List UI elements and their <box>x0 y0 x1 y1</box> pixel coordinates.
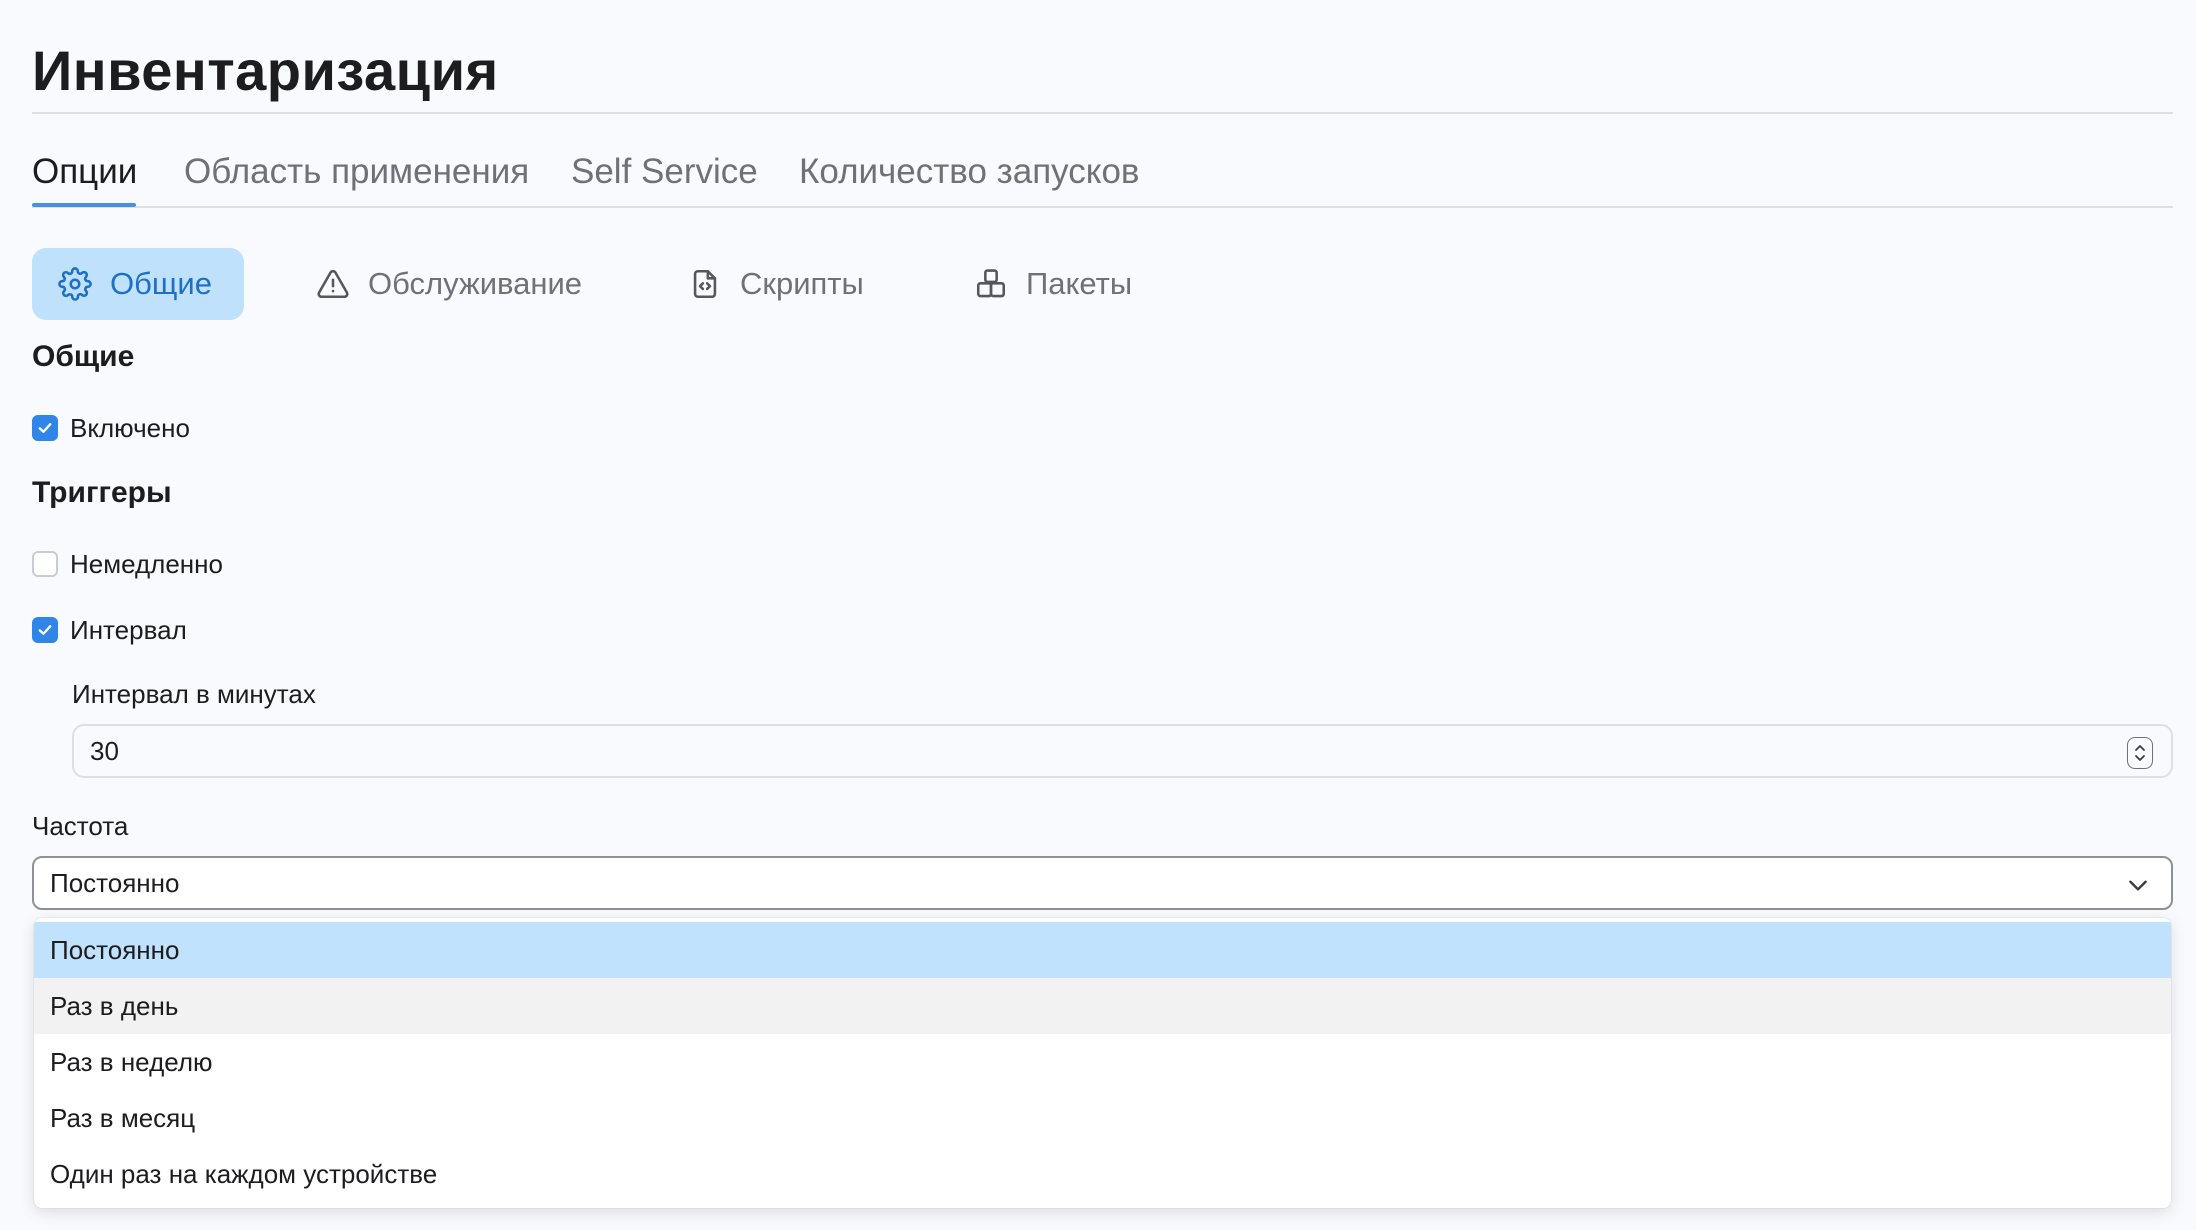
interval-checkbox-row[interactable]: Интервал <box>32 612 187 648</box>
immediately-checkbox-row[interactable]: Немедленно <box>32 546 223 582</box>
subtab-packages[interactable]: Пакеты <box>974 248 1132 320</box>
subtab-maintenance-label: Обслуживание <box>368 266 583 301</box>
main-tabs: Опции Область применения Self Service Ко… <box>32 146 2173 208</box>
interval-checkbox[interactable] <box>32 617 58 643</box>
enabled-checkbox-row[interactable]: Включено <box>32 410 190 446</box>
subtab-general-label: Общие <box>110 266 212 301</box>
triggers-section-title: Триггеры <box>32 476 172 509</box>
immediately-checkbox[interactable] <box>32 551 58 577</box>
page-title: Инвентаризация <box>32 39 499 102</box>
tab-self-service[interactable]: Self Service <box>571 146 758 198</box>
tab-run-count[interactable]: Количество запусков <box>799 146 1140 198</box>
frequency-option-monthly[interactable]: Раз в месяц <box>34 1090 2171 1146</box>
tab-scope[interactable]: Область применения <box>184 146 529 198</box>
script-icon <box>688 267 722 301</box>
gear-icon <box>58 267 92 301</box>
interval-minutes-input[interactable]: 30 <box>72 724 2173 778</box>
chevron-down-icon[interactable] <box>2133 753 2147 763</box>
tabs-divider <box>32 206 2173 208</box>
interval-minutes-value: 30 <box>90 735 119 766</box>
interval-label: Интервал <box>70 614 187 645</box>
chevron-up-icon[interactable] <box>2133 743 2147 753</box>
inventory-page: Инвентаризация Опции Область применения … <box>32 0 2173 1230</box>
active-tab-indicator <box>32 203 136 207</box>
check-icon <box>38 423 52 433</box>
interval-minutes-label: Интервал в минутах <box>72 679 316 709</box>
title-divider <box>32 112 2173 114</box>
frequency-selected-value: Постоянно <box>50 867 180 898</box>
chevron-down-icon[interactable] <box>2125 872 2151 898</box>
frequency-dropdown: Постоянно Раз в день Раз в неделю Раз в … <box>34 918 2171 1208</box>
subtab-general[interactable]: Общие <box>32 248 244 320</box>
subtab-scripts[interactable]: Скрипты <box>688 248 864 320</box>
frequency-option-weekly[interactable]: Раз в неделю <box>34 1034 2171 1090</box>
frequency-option-once-per-device[interactable]: Один раз на каждом устройстве <box>34 1146 2171 1202</box>
package-icon <box>974 267 1008 301</box>
warning-icon <box>316 267 350 301</box>
number-stepper[interactable] <box>2127 737 2153 769</box>
frequency-label: Частота <box>32 811 129 841</box>
frequency-option-constantly[interactable]: Постоянно <box>34 922 2171 978</box>
subtab-maintenance[interactable]: Обслуживание <box>316 248 582 320</box>
check-icon <box>38 625 52 635</box>
enabled-label: Включено <box>70 412 190 443</box>
subtab-packages-label: Пакеты <box>1026 266 1133 301</box>
tab-options[interactable]: Опции <box>32 146 137 198</box>
subtab-scripts-label: Скрипты <box>740 266 864 301</box>
frequency-select[interactable]: Постоянно <box>32 856 2173 910</box>
frequency-option-daily[interactable]: Раз в день <box>34 978 2171 1034</box>
sub-tabs: Общие Обслуживание Скрипты Пакеты <box>32 248 1432 320</box>
enabled-checkbox[interactable] <box>32 415 58 441</box>
immediately-label: Немедленно <box>70 548 223 579</box>
general-section-title: Общие <box>32 340 135 373</box>
